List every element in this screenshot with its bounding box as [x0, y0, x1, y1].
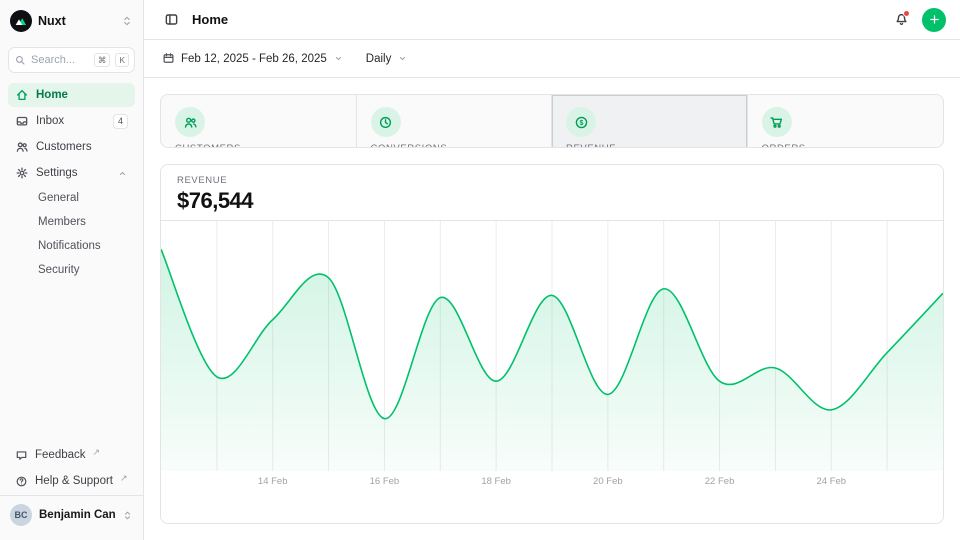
svg-text:$: $ — [579, 120, 583, 127]
sidebar-subitem-members[interactable]: Members — [8, 211, 135, 233]
stat-label: REVENUE — [566, 143, 733, 148]
search-icon — [14, 54, 26, 66]
users-icon — [15, 140, 29, 154]
sidebar-item-home[interactable]: Home — [8, 83, 135, 107]
sidebar-toggle-button[interactable] — [158, 7, 184, 33]
main-area: Home Feb 12, 2025 - Feb 26, 2025 Daily — [144, 0, 960, 540]
dashboard-app: Nuxt Search... ⌘ K Home Inbox 4 — [0, 0, 960, 540]
workspace-name: Nuxt — [38, 14, 115, 28]
inbox-icon — [15, 114, 29, 128]
cart-icon — [762, 107, 792, 137]
sidebar: Nuxt Search... ⌘ K Home Inbox 4 — [0, 0, 144, 540]
sidebar-item-settings[interactable]: Settings — [8, 161, 135, 185]
sidebar-subitem-notifications[interactable]: Notifications — [8, 235, 135, 257]
sidebar-subitem-general[interactable]: General — [8, 187, 135, 209]
stat-card-revenue[interactable]: $ REVENUE $477,626 +20% — [552, 95, 748, 148]
stat-label: CONVERSIONS — [371, 143, 538, 148]
stats-row: CUSTOMERS 630 +8% CONVERSIONS 1343 +14% — [160, 94, 944, 148]
chart-current-value: $76,544 — [177, 188, 927, 214]
chart-title: REVENUE — [177, 175, 927, 186]
sidebar-item-label: Home — [36, 89, 128, 101]
user-name: Benjamin Canac — [39, 509, 115, 521]
x-axis-label: 16 Feb — [370, 476, 400, 487]
help-support-label: Help & Support — [35, 475, 113, 487]
chevron-down-icon — [397, 53, 408, 64]
search-input[interactable]: Search... ⌘ K — [8, 47, 135, 73]
help-support-link[interactable]: Help & Support ↗ — [8, 469, 135, 493]
x-axis-label: 24 Feb — [816, 476, 846, 487]
chart-plot-area — [161, 221, 943, 471]
revenue-chart-svg — [161, 221, 943, 471]
feedback-label: Feedback — [35, 449, 86, 461]
date-range-label: Feb 12, 2025 - Feb 26, 2025 — [181, 53, 327, 65]
sidebar-item-label: Customers — [36, 141, 128, 153]
workspace-selector[interactable]: Nuxt — [8, 8, 135, 34]
top-header: Home — [144, 0, 960, 40]
notification-dot — [903, 10, 910, 17]
x-axis-label: 18 Feb — [481, 476, 511, 487]
sidebar-item-label: Inbox — [36, 115, 106, 127]
clock-icon — [371, 107, 401, 137]
sidebar-nav: Home Inbox 4 Customers Settings General … — [8, 83, 135, 281]
external-link-icon: ↗ — [93, 447, 101, 458]
content: CUSTOMERS 630 +8% CONVERSIONS 1343 +14% — [144, 78, 960, 540]
sidebar-item-label: Settings — [36, 167, 110, 179]
revenue-chart-card: REVENUE $76,544 — [160, 164, 944, 524]
avatar: BC — [10, 504, 32, 526]
stat-label: CUSTOMERS — [175, 143, 342, 148]
subitem-label: Members — [38, 216, 86, 228]
stat-card-customers[interactable]: CUSTOMERS 630 +8% — [161, 95, 357, 148]
home-icon — [15, 88, 29, 102]
feedback-link[interactable]: Feedback ↗ — [8, 443, 135, 467]
external-link-icon: ↗ — [120, 473, 128, 484]
chart-header: REVENUE $76,544 — [161, 165, 943, 221]
sidebar-footer: Feedback ↗ Help & Support ↗ BC Benjamin … — [8, 443, 135, 540]
plus-icon — [928, 13, 941, 26]
sidebar-item-customers[interactable]: Customers — [8, 135, 135, 159]
kbd-cmd: ⌘ — [94, 53, 111, 67]
x-axis-label: 22 Feb — [705, 476, 735, 487]
question-circle-icon — [15, 475, 28, 488]
chat-bubble-icon — [15, 449, 28, 462]
panel-left-icon — [164, 12, 179, 27]
chevron-down-icon — [333, 53, 344, 64]
date-range-button[interactable]: Feb 12, 2025 - Feb 26, 2025 — [154, 47, 352, 70]
users-icon — [175, 107, 205, 137]
notifications-button[interactable] — [888, 7, 914, 33]
nuxt-logo-icon — [10, 10, 32, 32]
subitem-label: General — [38, 192, 79, 204]
calendar-icon — [162, 52, 175, 65]
stat-card-conversions[interactable]: CONVERSIONS 1343 +14% — [357, 95, 553, 148]
subitem-label: Notifications — [38, 240, 101, 252]
x-axis-label: 20 Feb — [593, 476, 623, 487]
subitem-label: Security — [38, 264, 80, 276]
sidebar-item-inbox[interactable]: Inbox 4 — [8, 109, 135, 133]
x-axis: 14 Feb 16 Feb 18 Feb 20 Feb 22 Feb 24 Feb — [161, 471, 943, 493]
chevron-up-icon — [117, 168, 128, 179]
stat-card-orders[interactable]: ORDERS 219 +15% — [748, 95, 944, 148]
chevron-up-down-icon — [121, 15, 133, 27]
circle-dollar-icon: $ — [566, 107, 596, 137]
granularity-button[interactable]: Daily — [358, 48, 417, 70]
stat-label: ORDERS — [762, 143, 930, 148]
x-axis-label: 14 Feb — [258, 476, 288, 487]
user-menu[interactable]: BC Benjamin Canac — [0, 495, 143, 534]
page-title: Home — [192, 12, 228, 27]
inbox-count-badge: 4 — [113, 114, 128, 129]
add-button[interactable] — [922, 8, 946, 32]
chevron-up-down-icon — [122, 510, 133, 521]
sidebar-subitem-security[interactable]: Security — [8, 259, 135, 281]
search-placeholder: Search... — [31, 54, 89, 66]
gear-icon — [15, 166, 29, 180]
filter-toolbar: Feb 12, 2025 - Feb 26, 2025 Daily — [144, 40, 960, 78]
kbd-k: K — [115, 53, 129, 67]
granularity-label: Daily — [366, 53, 392, 65]
